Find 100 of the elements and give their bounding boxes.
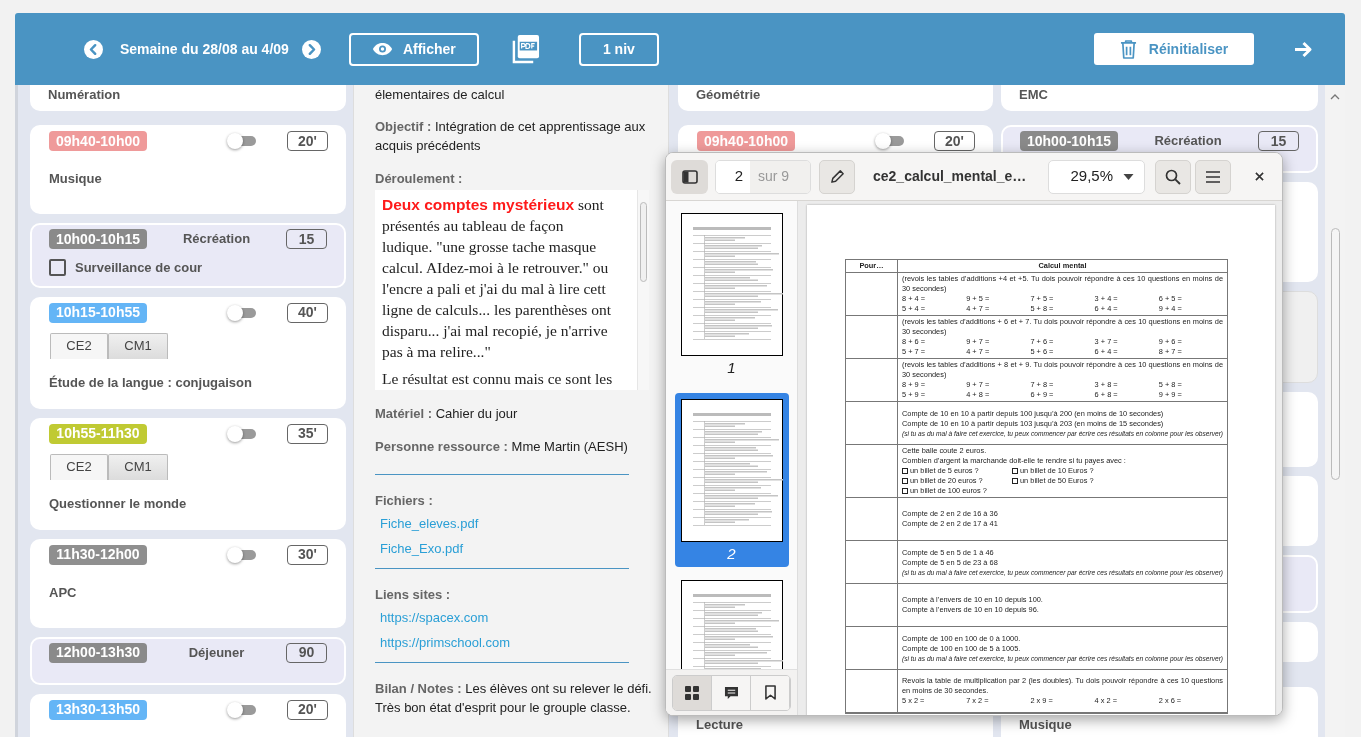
pdf-icon[interactable] — [510, 33, 540, 65]
field-label: Liens sites : — [375, 586, 452, 604]
scroll-up-icon[interactable] — [1330, 94, 1340, 100]
eye-icon — [371, 42, 393, 56]
duration-badge: 90 — [286, 642, 327, 663]
subject-label: Numération — [48, 87, 122, 103]
grid-icon — [685, 685, 699, 700]
description-text: élementaires de calcul — [375, 86, 506, 104]
subject-label: Lecture — [696, 717, 744, 733]
menu-icon — [1205, 169, 1221, 184]
subject-label: Questionner le monde — [49, 495, 188, 513]
duration-badge: 20' — [287, 131, 328, 151]
break-label: Récréation — [1153, 132, 1223, 151]
search-button[interactable] — [1155, 159, 1191, 194]
page-number-label: 2 — [727, 545, 736, 563]
zoom-dropdown[interactable]: 29,5% — [1048, 159, 1145, 194]
next-week-icon[interactable] — [301, 39, 321, 59]
time-badge: 11h30-12h00 — [49, 544, 147, 565]
time-badge: 13h30-13h50 — [49, 699, 147, 720]
file-link[interactable]: https://primschool.com — [380, 633, 511, 652]
previous-week-icon[interactable] — [84, 39, 103, 59]
toggle-switch[interactable] — [227, 701, 257, 718]
procedure-text: Deux comptes mystérieux sont — [382, 195, 605, 215]
duration-badge: 20' — [287, 699, 328, 720]
trash-icon — [1119, 38, 1137, 60]
break-label: Récréation — [181, 230, 252, 249]
duration-badge: 15 — [286, 229, 327, 249]
sidebar-icon — [681, 169, 698, 184]
scrollbar-thumb[interactable] — [640, 202, 647, 282]
file-link[interactable]: Fiche_Exo.pdf — [380, 539, 464, 558]
checkbox-icon — [902, 478, 908, 484]
sidebar-tab[interactable] — [673, 675, 712, 710]
field-text: Bilan / Notes : Les élèves ont su relever le défi. Très bon état d'esprit pour le grouple classe. — [375, 680, 653, 717]
procedure-text: ligne de calculs... les parenthèses ont — [382, 300, 612, 320]
scrollbar[interactable] — [637, 190, 649, 390]
page-number-field[interactable]: 2 sur 9 — [715, 159, 811, 194]
subject-label: Musique — [49, 171, 103, 188]
task-label: Surveillance de cour — [75, 259, 203, 277]
time-badge: 10h55-11h30 — [49, 423, 147, 444]
toggle-switch[interactable] — [875, 133, 905, 149]
menu-button[interactable] — [1195, 159, 1231, 194]
page-number-label: 1 — [727, 359, 736, 377]
toggle-switch[interactable] — [227, 304, 257, 321]
view-switcher[interactable] — [672, 674, 791, 711]
bookmark-icon — [764, 685, 776, 700]
subject-label: Étude de la langue : conjugaison — [49, 374, 253, 392]
field-label: Déroulement : — [375, 170, 464, 188]
show-button[interactable]: Afficher — [348, 32, 479, 66]
time-badge: 10h15-10h55 — [49, 302, 147, 323]
procedure-text: Le résultat est connu mais ce sont les — [382, 369, 614, 389]
field-text: Objectif : Intégration de cet apprentissage aux acquis précédents — [375, 118, 647, 155]
pencil-icon — [829, 169, 845, 184]
sidebar-toggle-button[interactable] — [671, 159, 708, 194]
field-label: Fichiers : — [375, 492, 434, 510]
level-tab[interactable]: CE2 — [50, 453, 108, 480]
time-badge: 10h00-10h15 — [1020, 131, 1118, 151]
page-thumbnail[interactable]: 1 — [674, 212, 789, 381]
procedure-text: l'encre a pali et j'ai du mal à lire cett — [382, 279, 607, 299]
toggle-switch[interactable] — [227, 546, 257, 563]
time-badge: 09h40-10h00 — [697, 131, 795, 151]
close-icon — [1254, 172, 1264, 181]
annotate-button[interactable] — [819, 159, 855, 194]
checkbox-icon — [1012, 478, 1018, 484]
level-button[interactable]: 1 niv — [578, 32, 659, 66]
duration-badge: 20' — [934, 131, 975, 151]
week-title: Semaine du 28/08 au 4/09 — [120, 39, 289, 59]
toggle-switch[interactable] — [227, 133, 257, 149]
toggle-switch[interactable] — [227, 425, 257, 442]
level-tab[interactable]: CM1 — [108, 453, 168, 480]
file-link[interactable]: Fiche_eleves.pdf — [380, 514, 479, 533]
time-badge: 10h00-10h15 — [49, 229, 147, 249]
text-area[interactable] — [375, 190, 649, 390]
search-icon — [1165, 168, 1181, 185]
time-badge: 09h40-10h00 — [49, 131, 147, 151]
time-badge: 12h00-13h30 — [49, 642, 147, 663]
duration-badge: 15 — [1258, 131, 1299, 151]
checkbox-icon — [902, 468, 908, 474]
file-link[interactable]: https://spacex.com — [380, 608, 489, 627]
reset-button[interactable]: Réinitialiser — [1094, 33, 1254, 65]
level-tab[interactable]: CE2 — [50, 332, 108, 359]
duration-badge: 40' — [287, 302, 328, 323]
document-title: ce2_calcul_mental_e… — [873, 167, 1027, 186]
field-text: Matériel : Cahier du jour — [375, 405, 519, 423]
checkbox-icon — [902, 488, 908, 494]
break-label: Déjeuner — [187, 643, 246, 662]
scrollbar-thumb[interactable] — [1331, 228, 1340, 480]
checkbox[interactable] — [49, 259, 66, 277]
subject-label: Musique — [1019, 717, 1073, 733]
subject-label: EMC — [1019, 87, 1049, 103]
procedure-text: pas à ma relire..." — [382, 342, 492, 362]
forward-arrow-icon[interactable] — [1294, 40, 1313, 58]
page-thumbnail[interactable]: 2 — [674, 393, 789, 567]
duration-badge: 30' — [287, 544, 328, 565]
field-text: Personne ressource : Mme Martin (AESH) — [375, 438, 629, 456]
subject-label: APC — [49, 584, 78, 602]
procedure-text: disparu... j'ai mal recopié, je n'arrive — [382, 321, 609, 341]
comment-icon — [723, 685, 739, 700]
subject-label: Géométrie — [696, 87, 762, 103]
procedure-text: ludique. "une grosse tache masque — [382, 237, 598, 257]
level-tab[interactable]: CM1 — [108, 332, 168, 359]
